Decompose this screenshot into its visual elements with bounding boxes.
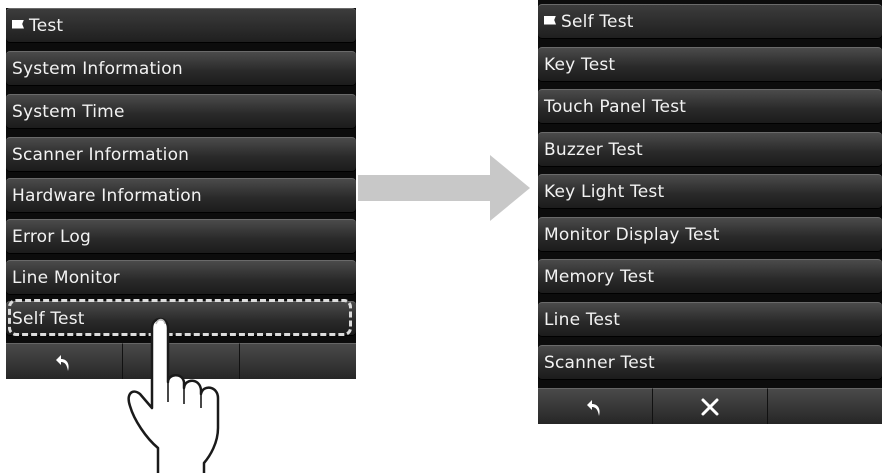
menu-item-buzzer-test[interactable]: Buzzer Test — [538, 132, 882, 167]
menu-item-scanner-information[interactable]: Scanner Information — [6, 137, 356, 172]
close-button[interactable] — [653, 388, 768, 424]
menu-item-system-time[interactable]: System Time — [6, 94, 356, 129]
menu-item-line-monitor[interactable]: Line Monitor — [6, 260, 356, 295]
back-button[interactable] — [6, 343, 123, 379]
menu-item-scanner-test[interactable]: Scanner Test — [538, 345, 882, 380]
menu-item-monitor-display-test[interactable]: Monitor Display Test — [538, 217, 882, 252]
menu-item-touch-panel-test[interactable]: Touch Panel Test — [538, 89, 882, 124]
menu-title: Self Test — [538, 4, 882, 39]
menu-item-error-log[interactable]: Error Log — [6, 219, 356, 254]
back-icon — [56, 354, 69, 371]
back-button[interactable] — [538, 388, 653, 424]
close-icon — [701, 398, 719, 415]
self-test-menu-screen: Self Test Key Test Touch Panel Test Buzz… — [538, 0, 882, 424]
flag-icon — [12, 19, 24, 29]
bar-button-empty — [240, 343, 356, 379]
bar-button-empty — [768, 388, 882, 424]
menu-item-hardware-information[interactable]: Hardware Information — [6, 178, 356, 213]
back-icon — [587, 399, 600, 416]
menu-item-line-test[interactable]: Line Test — [538, 302, 882, 337]
menu-item-system-information[interactable]: System Information — [6, 51, 356, 86]
menu-title: Test — [6, 8, 356, 43]
bottom-bar — [538, 388, 882, 424]
flag-icon — [544, 15, 556, 25]
menu-item-key-test[interactable]: Key Test — [538, 47, 882, 82]
menu-item-memory-test[interactable]: Memory Test — [538, 259, 882, 294]
hand-pointer-icon — [127, 317, 220, 473]
menu-item-key-light-test[interactable]: Key Light Test — [538, 174, 882, 209]
arrow-right-icon — [358, 155, 530, 221]
